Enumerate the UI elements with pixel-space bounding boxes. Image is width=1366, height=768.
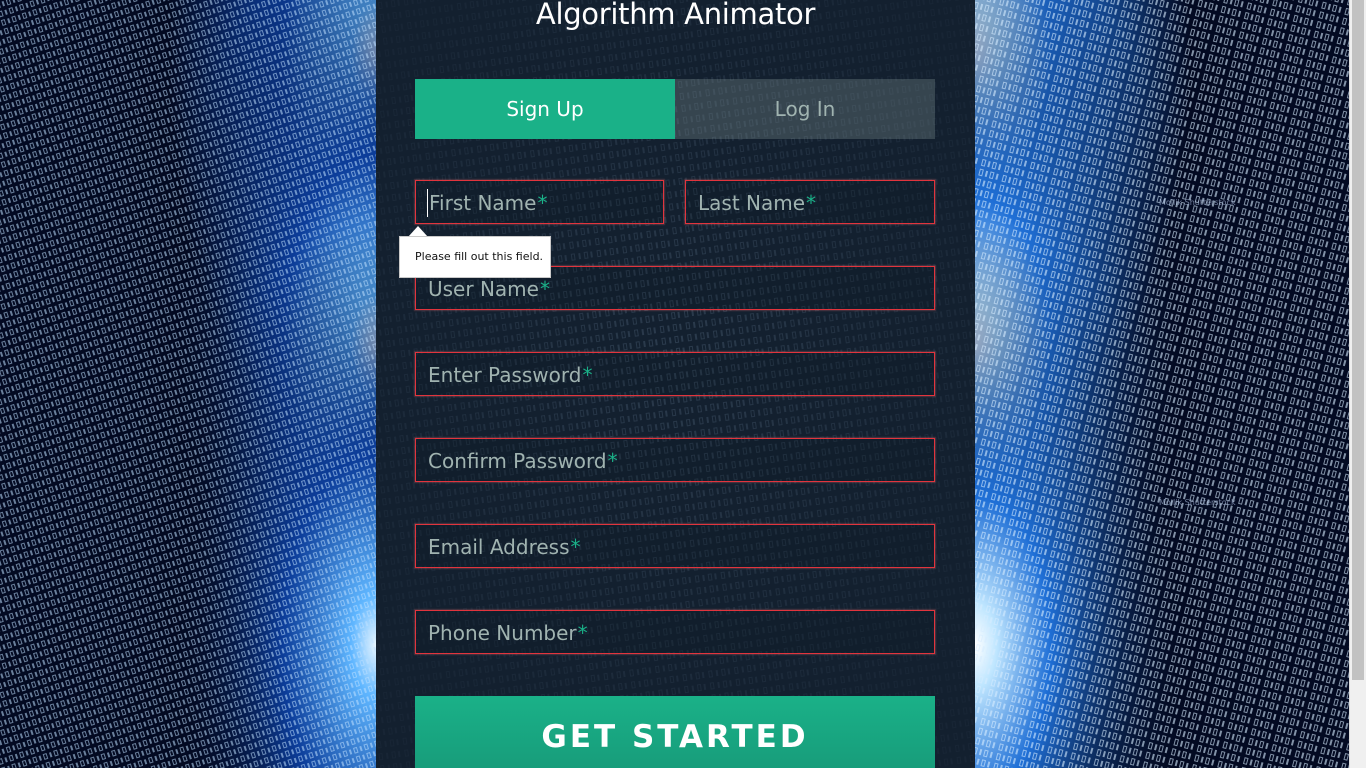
- required-marker: *: [537, 191, 548, 215]
- required-marker: *: [607, 449, 618, 473]
- last-name-input[interactable]: Last Name*: [685, 180, 935, 224]
- required-marker: *: [577, 621, 588, 645]
- password-placeholder: Enter Password*: [428, 353, 592, 397]
- watermark-text: Moilik Shutterstock: [1159, 498, 1236, 507]
- background-right: Moilik Shutterstock Moilik Shutterstock: [975, 0, 1366, 768]
- email-placeholder-text: Email Address: [428, 535, 570, 559]
- app-title: Algorithm Animator: [535, 0, 816, 31]
- tab-log-in[interactable]: Log In: [675, 79, 935, 139]
- page: Moilik Shutterstock Moilik Shutterstock: [0, 0, 1366, 768]
- confirm-password-input[interactable]: Confirm Password*: [415, 438, 935, 482]
- required-marker: *: [539, 277, 550, 301]
- confirm-password-placeholder-text: Confirm Password: [428, 449, 607, 473]
- required-marker: *: [806, 191, 817, 215]
- password-placeholder-text: Enter Password: [428, 363, 582, 387]
- tab-sign-up[interactable]: Sign Up: [415, 79, 675, 139]
- get-started-button[interactable]: GET STARTED: [415, 696, 935, 768]
- page-scrollbar[interactable]: [1349, 0, 1366, 768]
- first-name-placeholder-text: First Name: [429, 191, 537, 215]
- first-name-input[interactable]: First Name*: [415, 180, 664, 224]
- last-name-placeholder-text: Last Name: [698, 191, 806, 215]
- scrollbar-thumb[interactable]: [1352, 0, 1364, 680]
- confirm-password-placeholder: Confirm Password*: [428, 439, 618, 483]
- binary-tunnel-image-left: [0, 0, 376, 768]
- background-left: [0, 0, 376, 768]
- phone-input[interactable]: Phone Number*: [415, 610, 935, 654]
- text-cursor: [427, 189, 428, 217]
- validation-tooltip: Please fill out this field.: [399, 236, 551, 278]
- password-input[interactable]: Enter Password*: [415, 352, 935, 396]
- phone-placeholder-text: Phone Number: [428, 621, 577, 645]
- user-name-placeholder-text: User Name: [428, 277, 539, 301]
- binary-tunnel-image-right: [975, 0, 1366, 768]
- email-placeholder: Email Address*: [428, 525, 581, 569]
- last-name-placeholder: Last Name*: [698, 181, 816, 225]
- first-name-placeholder: First Name*: [429, 181, 547, 225]
- phone-placeholder: Phone Number*: [428, 611, 588, 655]
- watermark-text: Moilik Shutterstock: [1159, 198, 1236, 207]
- required-marker: *: [582, 363, 593, 387]
- required-marker: *: [570, 535, 581, 559]
- email-input[interactable]: Email Address*: [415, 524, 935, 568]
